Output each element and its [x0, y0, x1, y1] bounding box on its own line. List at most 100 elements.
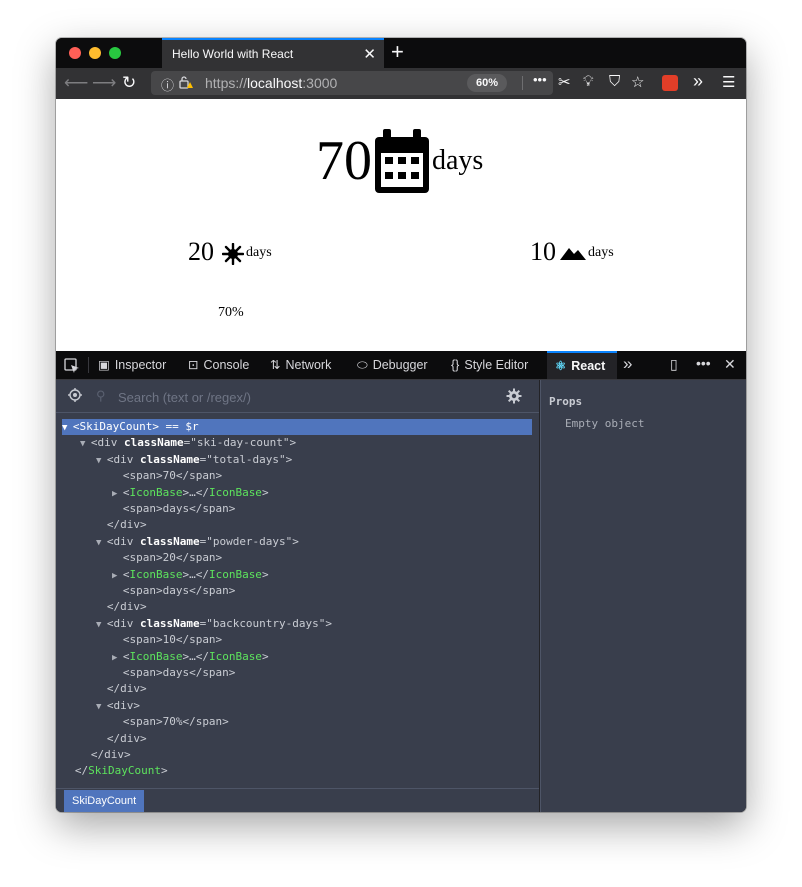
tab-strip: Hello World with React ✕ + [56, 38, 746, 68]
component-tree-panel: ⚲ ▼ <SkiDayCount> == $r▼ <div className=… [56, 380, 539, 812]
breadcrumb-item[interactable]: SkiDayCount [64, 790, 145, 812]
console-icon: ⊡ [188, 358, 199, 372]
url-text[interactable]: https://localhost:3000 [205, 75, 337, 91]
info-icon[interactable]: ⓘ [161, 75, 174, 94]
select-element-target-icon[interactable] [68, 388, 82, 402]
window-minimize-button[interactable] [89, 47, 101, 59]
collapse-arrow-icon[interactable]: ▶ [112, 489, 123, 499]
pocket-icon[interactable]: ⛉ [609, 73, 620, 90]
tree-node-text: <span>days</span> [122, 584, 236, 597]
tree-row[interactable]: </div> [96, 599, 147, 615]
expand-arrow-icon[interactable]: ▼ [62, 423, 73, 433]
tab-react-label: React [571, 359, 606, 373]
insecure-lock-icon[interactable] [179, 75, 193, 89]
tree-row[interactable]: <span>days</span> [112, 665, 236, 681]
forward-arrow-icon[interactable]: ⟶ [92, 73, 116, 93]
hamburger-menu-icon[interactable]: ☰ [722, 73, 735, 91]
component-search-input[interactable] [116, 386, 480, 408]
tree-row[interactable]: <span>70</span> [112, 468, 222, 484]
tree-row[interactable]: </SkiDayCount> [64, 763, 168, 779]
tree-node-text: <IconBase>…</IconBase> [122, 485, 269, 499]
debugger-icon: ⬭ [357, 358, 368, 372]
back-arrow-icon[interactable]: ⟵ [64, 73, 88, 93]
network-icon: ⇅ [270, 358, 281, 372]
tree-row[interactable]: ▶ <IconBase>…</IconBase> [112, 567, 269, 583]
devtools-close-icon[interactable]: ✕ [724, 356, 736, 373]
page-actions-button[interactable]: ••• [533, 72, 547, 87]
element-picker-icon[interactable] [64, 358, 80, 374]
more-tabs-chevron-icon[interactable]: » [623, 354, 632, 374]
expand-arrow-icon[interactable]: ▼ [96, 702, 107, 712]
reload-icon[interactable]: ↻ [122, 73, 136, 93]
bookmark-star-icon[interactable]: ☆ [631, 73, 644, 91]
tree-row[interactable]: </div> [80, 747, 131, 763]
tree-row[interactable]: </div> [96, 517, 147, 533]
extension-icon[interactable] [662, 75, 678, 91]
expand-arrow-icon[interactable]: ▼ [80, 439, 91, 449]
tab-close-icon[interactable]: ✕ [363, 45, 376, 63]
tree-row[interactable]: <span>10</span> [112, 632, 222, 648]
tree-row[interactable]: ▼ <div className="total-days"> [96, 452, 292, 468]
search-row: ⚲ [56, 380, 539, 413]
tree-row[interactable]: </div> [96, 681, 147, 697]
url-host: localhost [247, 75, 303, 91]
tree-row[interactable]: <span>days</span> [112, 583, 236, 599]
url-separator [522, 76, 523, 90]
tree-node-text: <div className="total-days"> [106, 452, 293, 466]
tab-console[interactable]: ⊡ Console [188, 351, 249, 379]
zoom-badge[interactable]: 60% [467, 74, 507, 92]
expand-arrow-icon[interactable]: ▼ [96, 456, 107, 466]
tree-node-text: <IconBase>…</IconBase> [122, 649, 269, 663]
toolbar-divider [88, 357, 89, 373]
tree-node-text: <div className="backcountry-days"> [106, 616, 333, 630]
tree-node-text: <span>days</span> [122, 666, 236, 679]
devtools-menu-icon[interactable]: ••• [696, 355, 711, 371]
tab-inspector[interactable]: ▣ Inspector [98, 351, 166, 379]
tab-debugger[interactable]: ⬭ Debugger [357, 351, 428, 379]
tab-style-editor[interactable]: {} Style Editor [451, 351, 528, 379]
settings-gear-icon[interactable] [506, 388, 522, 404]
collapse-arrow-icon[interactable]: ▶ [112, 653, 123, 663]
tree-row[interactable]: ▶ <IconBase>…</IconBase> [112, 485, 269, 501]
tree-row[interactable]: ▼ <div className="backcountry-days"> [96, 616, 332, 632]
collapse-arrow-icon[interactable]: ▶ [112, 571, 123, 581]
url-bar[interactable]: ⓘ https://localhost:3000 60% [151, 71, 553, 95]
tab-inspector-label: Inspector [114, 358, 167, 372]
lightbulb-icon[interactable]: 💡︎ [583, 73, 594, 90]
tree-node-text: <span>10</span> [122, 633, 223, 647]
calendar-icon [375, 129, 429, 193]
tree-node-text: <div className="powder-days"> [106, 534, 299, 548]
tree-node-text: <SkiDayCount> == $r [72, 420, 199, 433]
tab-react[interactable]: ⚛ React [547, 351, 617, 379]
window-maximize-button[interactable] [109, 47, 121, 59]
tree-node-text: <span>70%</span> [122, 715, 229, 729]
responsive-mode-icon[interactable]: ▯ [670, 356, 678, 373]
tree-node-text: </div> [90, 748, 131, 761]
tree-node-text: <div> [106, 698, 140, 712]
tree-node-text: </div> [106, 600, 147, 614]
screenshot-icon[interactable]: ✂ [558, 73, 571, 91]
tree-row-selected[interactable]: ▼ <SkiDayCount> == $r [62, 419, 532, 435]
tree-row[interactable]: ▼ <div className="ski-day-count"> [80, 435, 296, 451]
tree-row[interactable]: <span>20</span> [112, 550, 222, 566]
overflow-chevron-icon[interactable]: » [693, 71, 703, 92]
tree-row[interactable]: <span>70%</span> [112, 714, 229, 730]
page-content: 70 days 20 days 10 days 70% [56, 99, 746, 351]
window-close-button[interactable] [69, 47, 81, 59]
expand-arrow-icon[interactable]: ▼ [96, 620, 107, 630]
browser-tab[interactable]: Hello World with React ✕ [162, 38, 384, 68]
search-icon: ⚲ [96, 388, 106, 403]
tree-row[interactable]: </div> [96, 731, 147, 747]
tree-row[interactable]: ▶ <IconBase>…</IconBase> [112, 649, 269, 665]
new-tab-button[interactable]: + [391, 39, 404, 65]
tree-row[interactable]: ▼ <div> [96, 698, 140, 714]
tab-network[interactable]: ⇅ Network [270, 351, 331, 379]
tree-row[interactable]: <span>days</span> [112, 501, 236, 517]
url-protocol: https:// [205, 75, 248, 91]
tree-row[interactable]: ▼ <div className="powder-days"> [96, 534, 299, 550]
expand-arrow-icon[interactable]: ▼ [96, 538, 107, 548]
